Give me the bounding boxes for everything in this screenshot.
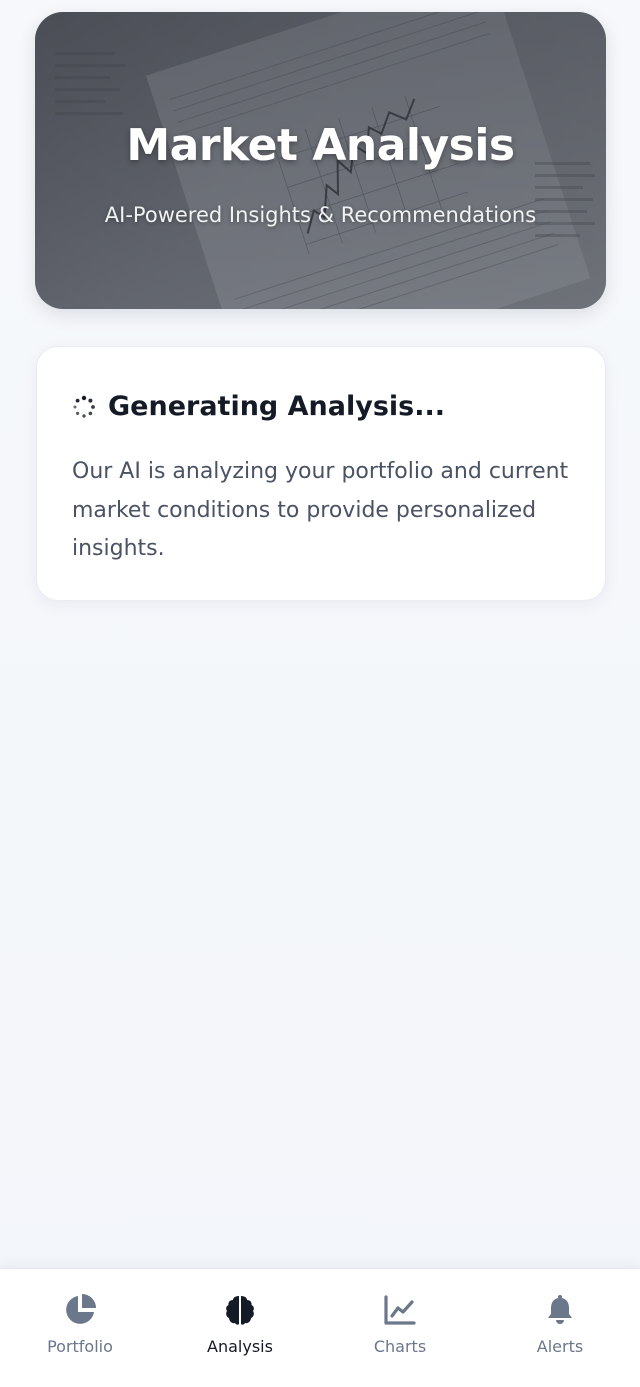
bell-icon xyxy=(548,1295,572,1324)
status-card-message: Our AI is analyzing your portfolio and c… xyxy=(72,459,569,561)
nav-label-charts: Charts xyxy=(373,1337,427,1356)
nav-item-analysis[interactable]: Analysis xyxy=(160,1269,320,1387)
nav-label-analysis: Analysis xyxy=(207,1337,273,1356)
status-card-title: Generating Analysis... xyxy=(108,391,446,422)
pie-chart-icon xyxy=(66,1294,96,1324)
brain-icon xyxy=(226,1296,254,1325)
line-chart-icon xyxy=(384,1295,416,1325)
nav-item-charts[interactable]: Charts xyxy=(320,1269,480,1387)
nav-label-portfolio: Portfolio xyxy=(47,1337,113,1356)
analysis-screen: Market Analysis AI-Powered Insights & Re… xyxy=(0,0,640,1387)
nav-item-alerts[interactable]: Alerts xyxy=(480,1269,640,1387)
analysis-status-card: Generating Analysis... Our AI is analyzi… xyxy=(36,346,606,601)
hero-banner: Market Analysis AI-Powered Insights & Re… xyxy=(35,12,606,309)
bottom-nav: Portfolio Analysis Charts Alerts xyxy=(0,1268,640,1387)
spinner-icon xyxy=(73,395,95,418)
page-title: Market Analysis xyxy=(126,120,515,171)
nav-item-portfolio[interactable]: Portfolio xyxy=(0,1269,160,1387)
page-subtitle: AI-Powered Insights & Recommendations xyxy=(104,203,537,227)
status-card-header: Generating Analysis... xyxy=(72,391,445,422)
nav-label-alerts: Alerts xyxy=(536,1337,584,1356)
